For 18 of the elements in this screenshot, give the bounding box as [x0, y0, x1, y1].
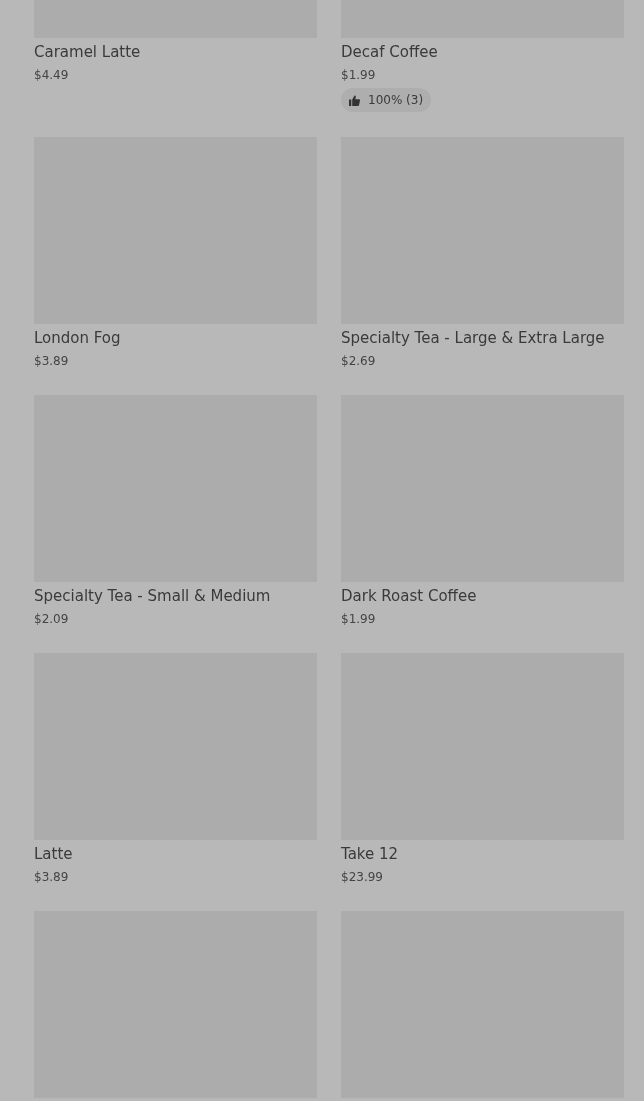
product-name[interactable]: Caramel Latte [34, 42, 317, 62]
rating-text: 100% (3) [368, 93, 424, 107]
product-price: $3.89 [34, 353, 70, 370]
product-price: $3.89 [34, 869, 70, 886]
product-price: $1.99 [341, 611, 377, 628]
thumbs-up-icon [349, 94, 360, 106]
product-price: $23.99 [341, 869, 384, 886]
product-price: $2.69 [341, 353, 377, 370]
product-name[interactable]: Dark Roast Coffee [341, 586, 624, 606]
product-name[interactable]: Decaf Coffee [341, 42, 624, 62]
product-name[interactable]: Specialty Tea - Large & Extra Large [341, 328, 624, 348]
product-name[interactable]: Take 12 [341, 844, 624, 864]
product-name[interactable]: Specialty Tea - Small & Medium [34, 586, 317, 606]
product-price: $2.09 [34, 611, 70, 628]
product-price: $1.99 [341, 67, 377, 84]
product-name[interactable]: Latte [34, 844, 317, 864]
product-price: $4.49 [34, 67, 70, 84]
product-name[interactable]: London Fog [34, 328, 317, 348]
